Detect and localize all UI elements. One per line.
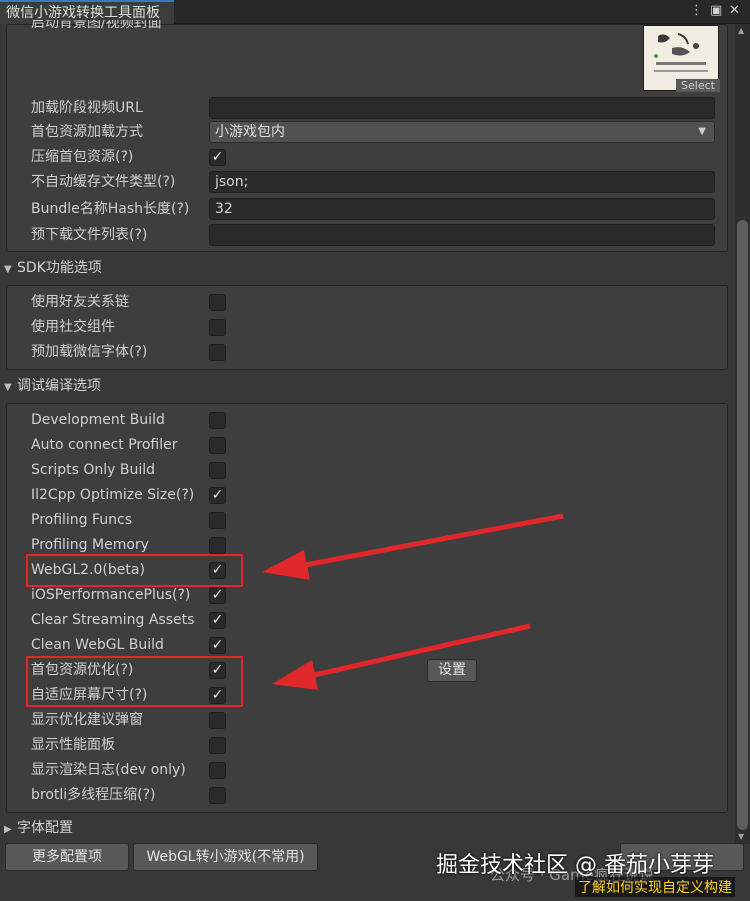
custom-build-note: 了解如何实现自定义构建 [575,877,735,897]
annotation-arrows [262,513,564,690]
arrow-icon [272,623,531,690]
watermark-text: 掘金技术社区 @ 番茄小芽芽 [436,853,714,878]
arrow-icon [262,513,564,580]
